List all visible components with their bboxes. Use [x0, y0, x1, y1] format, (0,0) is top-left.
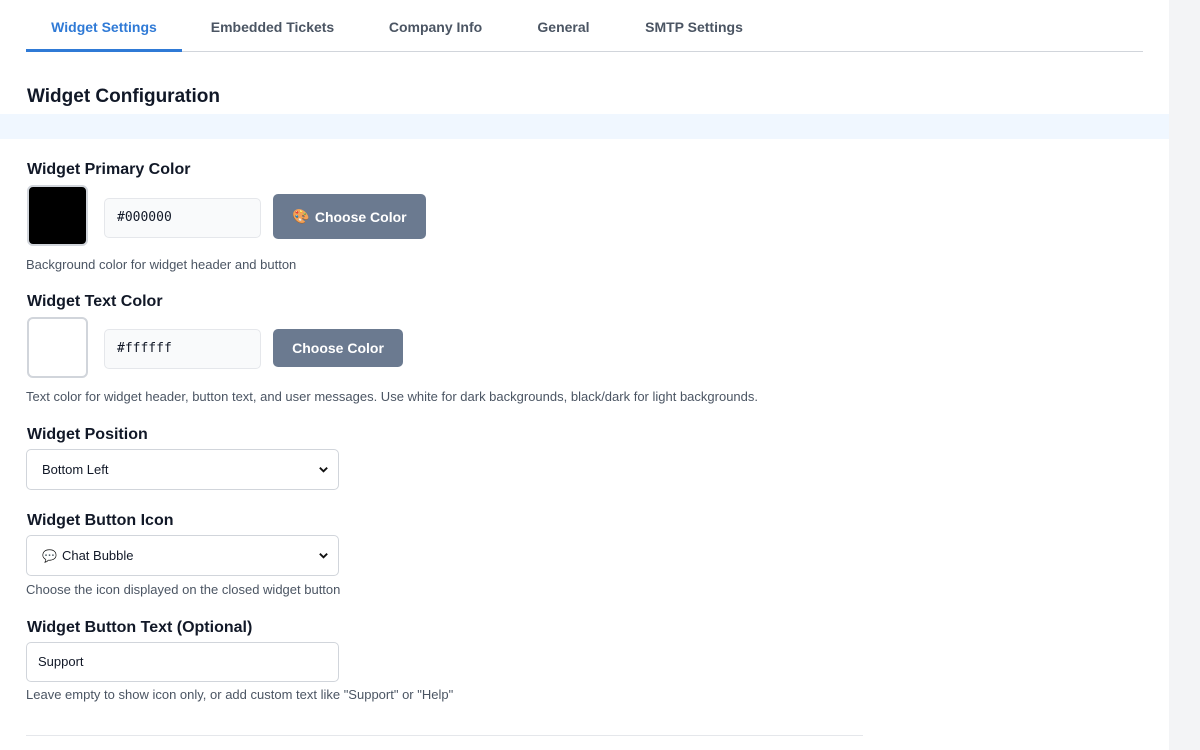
button-icon-label: Widget Button Icon: [27, 512, 174, 529]
text-choose-color-button[interactable]: Choose Color: [273, 329, 403, 367]
primary-color-label: Widget Primary Color: [27, 161, 191, 178]
palette-icon: 🎨: [292, 208, 310, 224]
primary-color-help: Background color for widget header and b…: [26, 257, 297, 272]
button-text-input[interactable]: Support: [26, 642, 339, 682]
text-color-swatch[interactable]: [27, 317, 88, 378]
chat-bubble-icon: 💬: [42, 548, 57, 563]
text-color-label: Widget Text Color: [27, 293, 163, 310]
primary-color-swatch[interactable]: [27, 185, 88, 246]
text-color-help: Text color for widget header, button tex…: [26, 389, 758, 404]
button-text-help: Leave empty to show icon only, or add cu…: [26, 687, 454, 702]
tab-widget-settings[interactable]: Widget Settings: [26, 0, 182, 52]
text-choose-color-label: Choose Color: [292, 340, 384, 356]
section-band: [0, 114, 1169, 139]
position-label: Widget Position: [27, 426, 148, 443]
button-icon-help: Choose the icon displayed on the closed …: [26, 582, 341, 597]
right-gutter: [1169, 0, 1200, 750]
chevron-down-icon: [319, 467, 328, 473]
button-icon-selected: Chat Bubble: [61, 548, 134, 563]
text-color-input[interactable]: #ffffff: [104, 329, 261, 369]
button-text-label: Widget Button Text (Optional): [27, 619, 253, 636]
primary-choose-color-button[interactable]: 🎨 Choose Color: [273, 194, 426, 239]
chevron-down-icon: [319, 553, 328, 559]
tab-smtp-settings[interactable]: SMTP Settings: [634, 0, 754, 52]
position-select[interactable]: Bottom Left: [26, 449, 339, 490]
position-selected: Bottom Left: [42, 462, 109, 477]
tab-embedded-tickets[interactable]: Embedded Tickets: [196, 0, 349, 52]
tab-general[interactable]: General: [526, 0, 601, 52]
primary-choose-color-label: Choose Color: [314, 208, 407, 225]
tab-company-info[interactable]: Company Info: [378, 0, 493, 52]
button-icon-select[interactable]: 💬 Chat Bubble: [26, 535, 339, 576]
primary-color-input[interactable]: #000000: [104, 198, 261, 238]
divider: [26, 735, 863, 736]
settings-tabs: Widget Settings Embedded Tickets Company…: [26, 0, 1143, 52]
section-title: Widget Configuration: [27, 86, 220, 107]
